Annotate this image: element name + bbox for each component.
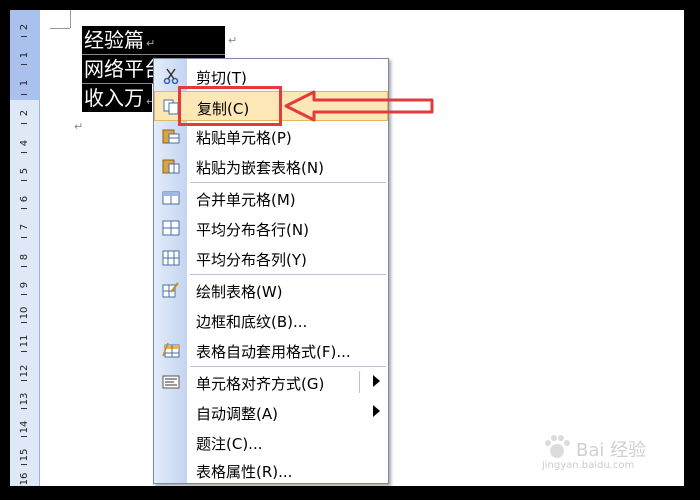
menu-item-label: 剪切(T) [196, 69, 247, 87]
ruler-tick [21, 294, 27, 295]
menu-item-label: 表格属性(R)... [196, 463, 293, 481]
ruler-tick [21, 123, 27, 124]
menu-item-label: 合并单元格(M) [196, 191, 296, 209]
ruler-tick [21, 351, 27, 352]
watermark-url: jingyan.baidu.com [542, 460, 635, 471]
menu-item-borders-shading[interactable]: 边框和底纹(B)... [154, 305, 388, 335]
ruler-number: 2 [19, 23, 30, 31]
menu-item-label: 单元格对齐方式(G) [196, 375, 325, 393]
ruler-tick [21, 322, 27, 323]
ruler-tick [21, 436, 27, 437]
submenu-arrow-icon [373, 375, 380, 387]
menu-item-label: 粘贴为嵌套表格(N) [196, 159, 324, 177]
ruler-tick [21, 380, 27, 381]
menu-item-label: 绘制表格(W) [196, 283, 283, 301]
menu-item-label: 自动调整(A) [196, 405, 278, 423]
row-end-mark: ↵ [228, 34, 238, 47]
menu-item-label: 平均分布各行(N) [196, 221, 309, 239]
page-margin-mark [70, 10, 71, 28]
table-cell[interactable]: 经验篇 ↵ [82, 26, 225, 54]
cell-alignment-icon [162, 375, 180, 389]
table-cell[interactable]: 收入万 ↵ [82, 84, 152, 112]
draw-table-icon [162, 282, 179, 298]
ruler-number: 15 [19, 448, 30, 462]
ruler-number: 16 [19, 472, 30, 486]
paragraph-mark: ↵ [74, 120, 84, 133]
ruler-tick [21, 237, 27, 238]
ruler-number: 2 [19, 109, 30, 117]
ruler-tick [21, 64, 27, 65]
submenu-arrow-icon [373, 405, 380, 417]
menu-item-table-properties[interactable]: 表格属性(R)... [154, 455, 388, 485]
menu-item-caption[interactable]: 题注(C)... [154, 427, 388, 457]
ruler-number: 13 [19, 392, 30, 406]
ruler-tick [21, 36, 27, 37]
ruler-tick [21, 94, 27, 95]
ruler-number: 10 [19, 306, 30, 320]
merge-cells-icon [162, 191, 180, 205]
menu-item-label: 表格自动套用格式(F)... [196, 343, 351, 361]
paste-nested-table-icon [162, 159, 180, 174]
ruler-tick [21, 180, 27, 181]
ruler-number: 6 [19, 195, 30, 203]
ruler-tick [21, 464, 27, 465]
ruler-tick [21, 152, 27, 153]
cell-text: 收入万 [84, 86, 144, 110]
watermark: Bai 经验 jingyan.baidu.com [542, 434, 672, 478]
ruler-tick [21, 208, 27, 209]
menu-item-label: 边框和底纹(B)... [196, 313, 308, 331]
ruler-number: 9 [19, 281, 30, 289]
table-autoformat-icon [162, 342, 180, 358]
ruler-number: 14 [19, 420, 30, 434]
cell-text: 网络平台 [84, 57, 164, 81]
ruler-number: 1 [19, 51, 30, 59]
annotation-arrow-icon [284, 90, 434, 122]
ruler-number: 7 [19, 223, 30, 231]
menu-item-merge-cells[interactable]: 合并单元格(M) [154, 183, 388, 213]
menu-item-label: 平均分布各列(Y) [196, 251, 307, 269]
paw-logo-icon [545, 435, 570, 458]
cell-end-mark: ↵ [146, 37, 156, 50]
menu-item-cell-alignment[interactable]: 单元格对齐方式(G) [154, 367, 388, 397]
menu-item-distribute-columns[interactable]: 平均分布各列(Y) [154, 243, 388, 273]
distribute-rows-icon [162, 220, 180, 236]
cell-end-mark: ↵ [146, 95, 152, 108]
scissors-icon [163, 68, 179, 84]
split-divider [359, 371, 360, 393]
menu-item-distribute-rows[interactable]: 平均分布各行(N) [154, 213, 388, 243]
vertical-ruler[interactable]: 2 1 1 2 4 5 6 7 8 9 10 11 12 13 14 15 16 [10, 10, 40, 486]
distribute-columns-icon [162, 250, 180, 266]
menu-item-label: 粘贴单元格(P) [196, 129, 292, 147]
cell-text: 经验篇 [84, 28, 144, 52]
ruler-tick [21, 408, 27, 409]
menu-item-table-autoformat[interactable]: 表格自动套用格式(F)... [154, 335, 388, 365]
menu-item-draw-table[interactable]: 绘制表格(W) [154, 275, 388, 305]
menu-item-paste-nested[interactable]: 粘贴为嵌套表格(N) [154, 151, 388, 181]
ruler-number: 1 [19, 79, 30, 87]
word-window: 2 1 1 2 4 5 6 7 8 9 10 11 12 13 14 15 16 [10, 10, 684, 486]
ruler-number: 4 [19, 139, 30, 147]
watermark-brand: Bai 经验 [576, 440, 647, 461]
menu-item-label: 题注(C)... [196, 435, 263, 453]
ruler-tick [21, 266, 27, 267]
menu-item-autofit[interactable]: 自动调整(A) [154, 397, 388, 427]
ruler-number: 8 [19, 253, 30, 261]
ruler-number: 5 [19, 167, 30, 175]
annotation-highlight-box [178, 86, 282, 126]
page-margin-mark [50, 28, 70, 29]
ruler-number: 12 [19, 364, 30, 378]
paste-cells-icon [162, 129, 180, 144]
ruler-number: 11 [19, 334, 30, 348]
